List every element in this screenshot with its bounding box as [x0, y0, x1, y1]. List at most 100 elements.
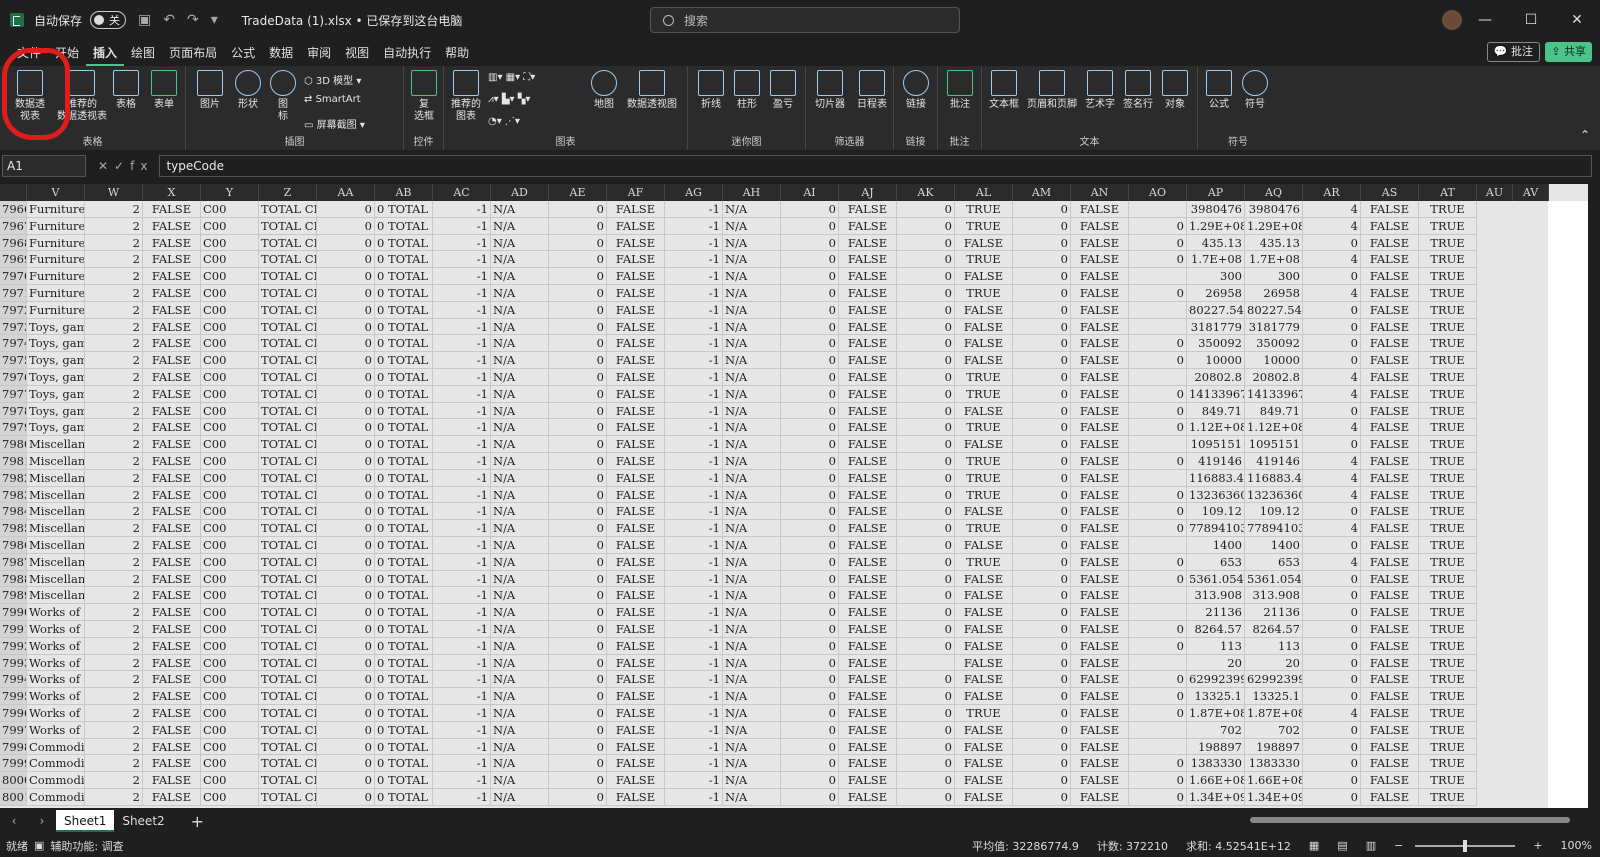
- row-header[interactable]: 7992: [0, 637, 27, 655]
- cell[interactable]: TRUE: [1419, 688, 1477, 705]
- cell[interactable]: FALSE: [1361, 755, 1419, 773]
- cell[interactable]: C00: [201, 251, 259, 269]
- cell[interactable]: 300: [1245, 268, 1303, 285]
- cell[interactable]: 2: [85, 654, 143, 672]
- link-button[interactable]: 链接: [900, 70, 932, 111]
- cell[interactable]: Works of: [27, 688, 85, 705]
- cell[interactable]: C00: [201, 587, 259, 605]
- cell[interactable]: 1095151: [1187, 436, 1245, 453]
- cell[interactable]: 0: [897, 503, 955, 521]
- equation-button[interactable]: 公式: [1202, 70, 1236, 111]
- cell[interactable]: FALSE: [1361, 587, 1419, 605]
- cell[interactable]: 62992399: [1245, 671, 1303, 689]
- cell[interactable]: 1.87E+08: [1245, 705, 1303, 722]
- cell[interactable]: TOTAL CPC: [259, 654, 317, 672]
- cell[interactable]: 2: [85, 335, 143, 353]
- cell[interactable]: TOTAL CPC: [259, 772, 317, 789]
- cell[interactable]: TOTAL CPC: [259, 318, 317, 336]
- cell[interactable]: 0: [897, 587, 955, 605]
- cell[interactable]: -1: [433, 738, 491, 756]
- cell[interactable]: N/A: [491, 537, 549, 554]
- cell[interactable]: -1: [665, 654, 723, 672]
- cell[interactable]: 0 TOTAL MO: [375, 789, 433, 806]
- cell[interactable]: [1129, 301, 1187, 319]
- cell[interactable]: 0: [1013, 789, 1071, 806]
- cell[interactable]: FALSE: [1071, 587, 1129, 605]
- minimize-button[interactable]: —: [1462, 0, 1508, 40]
- cell[interactable]: FALSE: [607, 772, 665, 789]
- cell[interactable]: N/A: [723, 705, 781, 722]
- cell[interactable]: FALSE: [839, 318, 897, 336]
- cell[interactable]: -1: [665, 570, 723, 588]
- cell[interactable]: FALSE: [143, 234, 201, 252]
- cell[interactable]: FALSE: [1361, 637, 1419, 655]
- cell[interactable]: 0: [549, 335, 607, 353]
- cell[interactable]: 0: [781, 352, 839, 369]
- cell[interactable]: -1: [665, 671, 723, 689]
- cell[interactable]: Miscellan: [27, 520, 85, 537]
- cell[interactable]: FALSE: [1071, 520, 1129, 537]
- cell[interactable]: FALSE: [143, 688, 201, 705]
- cell[interactable]: 0: [549, 301, 607, 319]
- cell[interactable]: 0: [549, 520, 607, 537]
- cell[interactable]: 0: [1129, 570, 1187, 588]
- cell[interactable]: FALSE: [839, 570, 897, 588]
- cell[interactable]: FALSE: [143, 201, 201, 218]
- cell[interactable]: -1: [433, 503, 491, 521]
- cell[interactable]: N/A: [491, 318, 549, 336]
- cell[interactable]: 0: [549, 285, 607, 302]
- cell[interactable]: C00: [201, 217, 259, 235]
- cell[interactable]: 0: [897, 721, 955, 739]
- cell[interactable]: FALSE: [1361, 402, 1419, 420]
- cell[interactable]: 0: [317, 738, 375, 756]
- cell[interactable]: 0: [897, 621, 955, 638]
- cell[interactable]: FALSE: [1071, 537, 1129, 554]
- cell[interactable]: 0: [549, 772, 607, 789]
- cell[interactable]: FALSE: [143, 436, 201, 453]
- cell[interactable]: N/A: [491, 285, 549, 302]
- cell[interactable]: 0: [549, 654, 607, 672]
- cell[interactable]: 13325.1: [1187, 688, 1245, 705]
- cell[interactable]: 0: [549, 268, 607, 285]
- cell[interactable]: TRUE: [1419, 705, 1477, 722]
- cell[interactable]: 0: [781, 251, 839, 269]
- cell[interactable]: 0: [317, 755, 375, 773]
- cell[interactable]: 2: [85, 453, 143, 470]
- cell[interactable]: [1129, 587, 1187, 605]
- cell[interactable]: 0: [897, 385, 955, 403]
- shapes-button[interactable]: 形状: [230, 70, 266, 111]
- cell[interactable]: 0: [781, 688, 839, 705]
- cell[interactable]: 0: [549, 352, 607, 369]
- cell[interactable]: TRUE: [1419, 318, 1477, 336]
- cell[interactable]: FALSE: [1361, 453, 1419, 470]
- cell[interactable]: 0: [549, 570, 607, 588]
- cell[interactable]: N/A: [723, 369, 781, 386]
- cell[interactable]: FALSE: [607, 621, 665, 638]
- cell[interactable]: 0: [549, 587, 607, 605]
- cell[interactable]: -1: [665, 217, 723, 235]
- cell[interactable]: TRUE: [955, 453, 1013, 470]
- column-header-ad[interactable]: AD: [491, 184, 549, 201]
- cell[interactable]: N/A: [491, 621, 549, 638]
- column-header-ap[interactable]: AP: [1187, 184, 1245, 201]
- tab-draw[interactable]: 绘图: [124, 40, 162, 66]
- cell[interactable]: 8264.57: [1245, 621, 1303, 638]
- cell[interactable]: FALSE: [839, 738, 897, 756]
- cell[interactable]: 0: [1303, 688, 1361, 705]
- cell[interactable]: 1.34E+09: [1187, 789, 1245, 806]
- cell[interactable]: FALSE: [1361, 486, 1419, 504]
- cell[interactable]: FALSE: [1361, 352, 1419, 369]
- cell[interactable]: 0: [897, 553, 955, 571]
- cell[interactable]: 0: [781, 755, 839, 773]
- cell[interactable]: C00: [201, 402, 259, 420]
- tab-help[interactable]: 帮助: [438, 40, 476, 66]
- cell[interactable]: Miscellan: [27, 453, 85, 470]
- cell[interactable]: N/A: [491, 637, 549, 655]
- column-header-ah[interactable]: AH: [723, 184, 781, 201]
- cell[interactable]: FALSE: [839, 234, 897, 252]
- cell[interactable]: C00: [201, 637, 259, 655]
- cell[interactable]: C00: [201, 335, 259, 353]
- cell[interactable]: 2: [85, 671, 143, 689]
- cell[interactable]: 0: [897, 789, 955, 806]
- cell[interactable]: FALSE: [607, 453, 665, 470]
